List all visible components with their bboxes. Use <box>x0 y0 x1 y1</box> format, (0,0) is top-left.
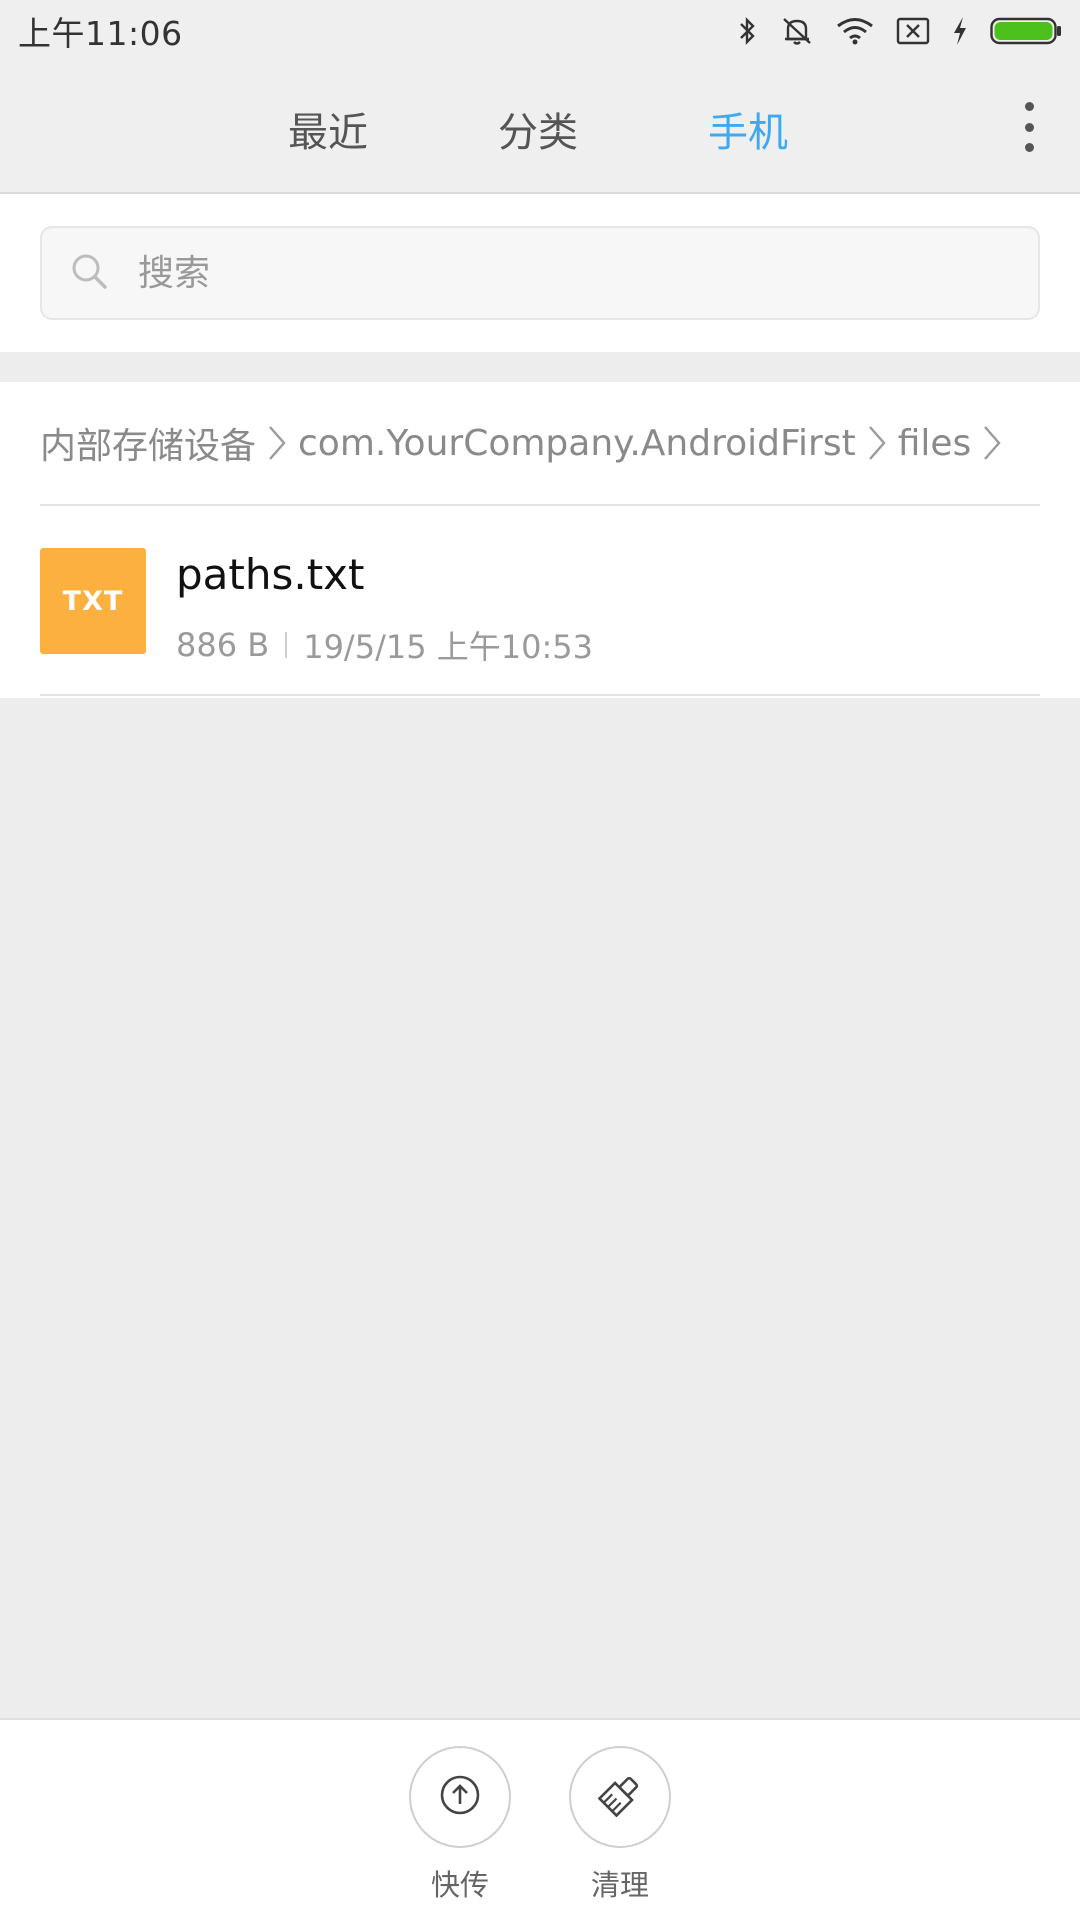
txt-file-icon: TXT <box>40 548 146 654</box>
wifi-icon <box>836 17 874 45</box>
chevron-right-icon <box>981 423 1003 463</box>
meta-divider <box>285 632 288 658</box>
quick-transfer-button[interactable]: 快传 <box>407 1746 513 1904</box>
sim-none-icon <box>896 17 930 45</box>
breadcrumb-item-internal-storage[interactable]: 内部存储设备 <box>40 417 256 469</box>
bottom-action-bar: 快传 清理 <box>0 1718 1080 1920</box>
battery-icon <box>990 16 1062 46</box>
quick-transfer-label: 快传 <box>430 1868 489 1902</box>
action-circle <box>409 1746 511 1848</box>
file-type-label: TXT <box>62 585 124 617</box>
breadcrumb-item-files[interactable]: files <box>898 423 972 464</box>
file-size: 886 B <box>176 626 270 664</box>
breadcrumb-item-package[interactable]: com.YourCompany.AndroidFirst <box>298 423 856 464</box>
file-meta: 886 B 19/5/15 上午10:53 <box>176 622 593 668</box>
tab-phone[interactable]: 手机 <box>708 100 788 158</box>
search-box[interactable] <box>40 226 1040 320</box>
tab-header: 最近 分类 手机 <box>0 62 1080 194</box>
file-list-item[interactable]: TXT paths.txt 886 B 19/5/15 上午10:53 <box>40 506 1040 696</box>
more-dot-icon <box>1024 143 1034 152</box>
broom-icon <box>597 1772 643 1822</box>
more-dot-icon <box>1024 102 1034 111</box>
search-section <box>0 194 1080 352</box>
clean-button[interactable]: 清理 <box>567 1746 673 1904</box>
status-icons <box>736 15 1062 47</box>
file-modified-date: 19/5/15 上午10:53 <box>303 628 593 666</box>
tab-category[interactable]: 分类 <box>498 100 578 158</box>
action-circle <box>569 1746 671 1848</box>
breadcrumb: 内部存储设备 com.YourCompany.AndroidFirst file… <box>40 382 1040 506</box>
more-dot-icon <box>1024 122 1034 132</box>
upload-icon <box>438 1773 482 1821</box>
chevron-right-icon <box>266 423 288 463</box>
bluetooth-icon <box>736 16 758 46</box>
file-list-section: 内部存储设备 com.YourCompany.AndroidFirst file… <box>0 382 1080 698</box>
search-input[interactable] <box>136 251 940 295</box>
mute-icon <box>780 15 814 47</box>
clean-label: 清理 <box>590 1868 649 1902</box>
status-time: 上午11:06 <box>18 14 183 53</box>
tab-recent[interactable]: 最近 <box>288 100 368 158</box>
search-icon <box>70 252 108 294</box>
chevron-right-icon <box>866 423 888 463</box>
file-name: paths.txt <box>176 550 365 599</box>
charging-icon <box>952 16 968 46</box>
status-bar: 上午11:06 <box>0 0 1080 62</box>
more-options-button[interactable] <box>1014 102 1044 152</box>
